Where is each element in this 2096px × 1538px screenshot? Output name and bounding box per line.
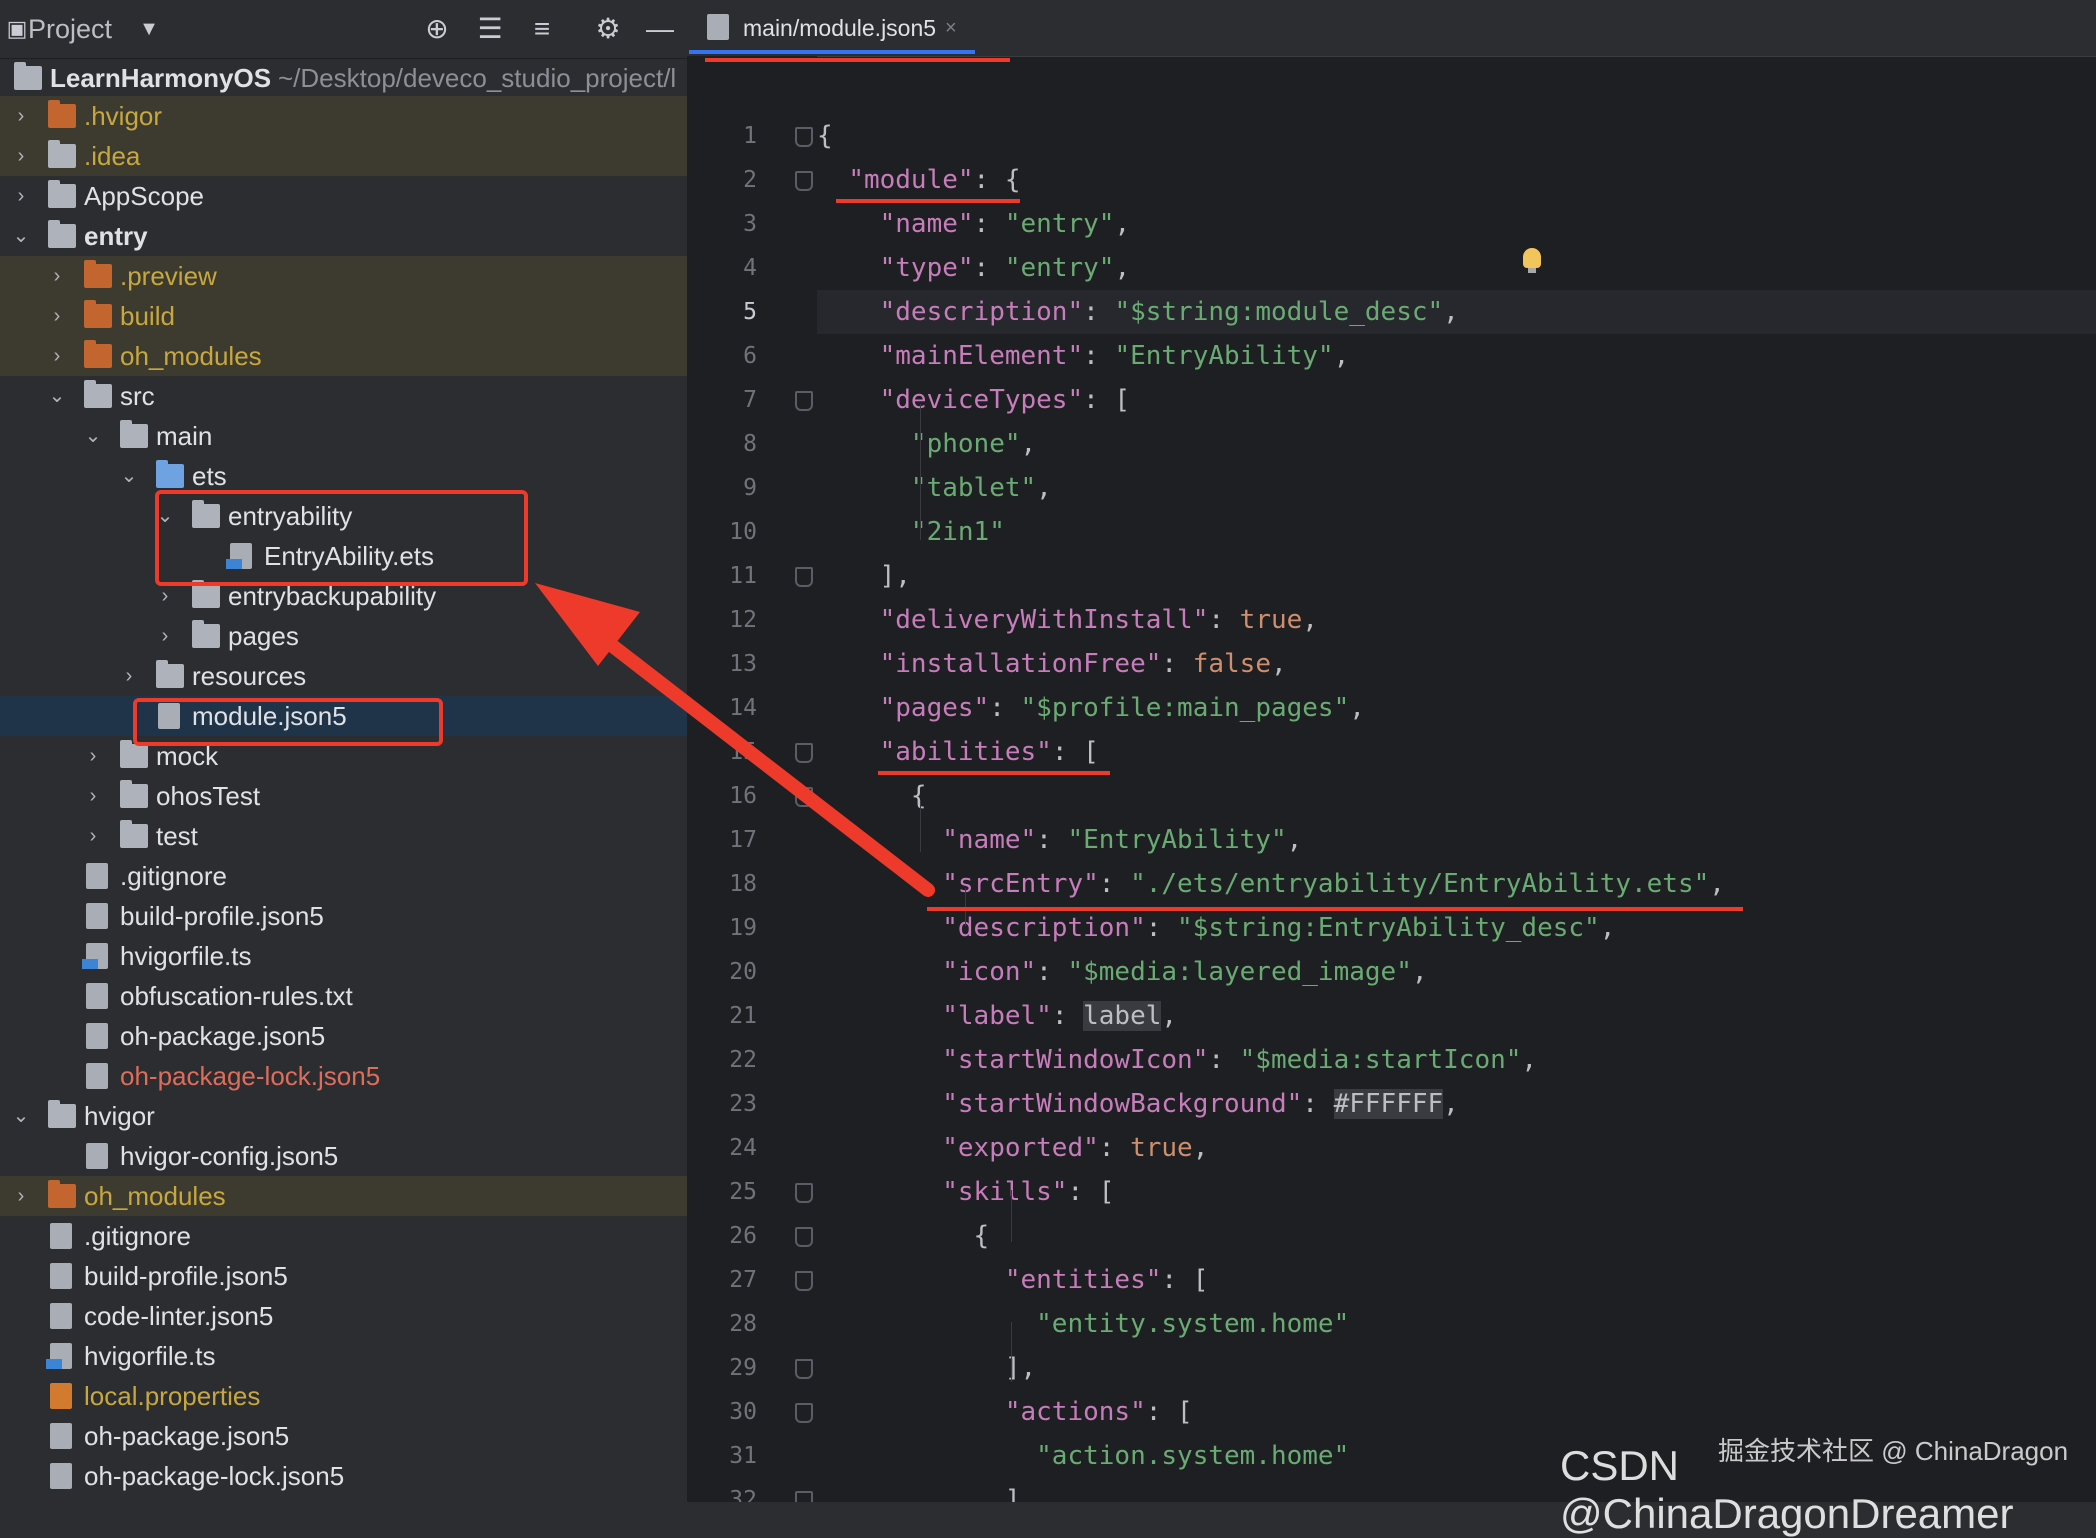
annotation-arrow <box>535 583 935 897</box>
watermark-csdn: CSDN @ChinaDragonDreamer <box>1560 1442 2014 1537</box>
